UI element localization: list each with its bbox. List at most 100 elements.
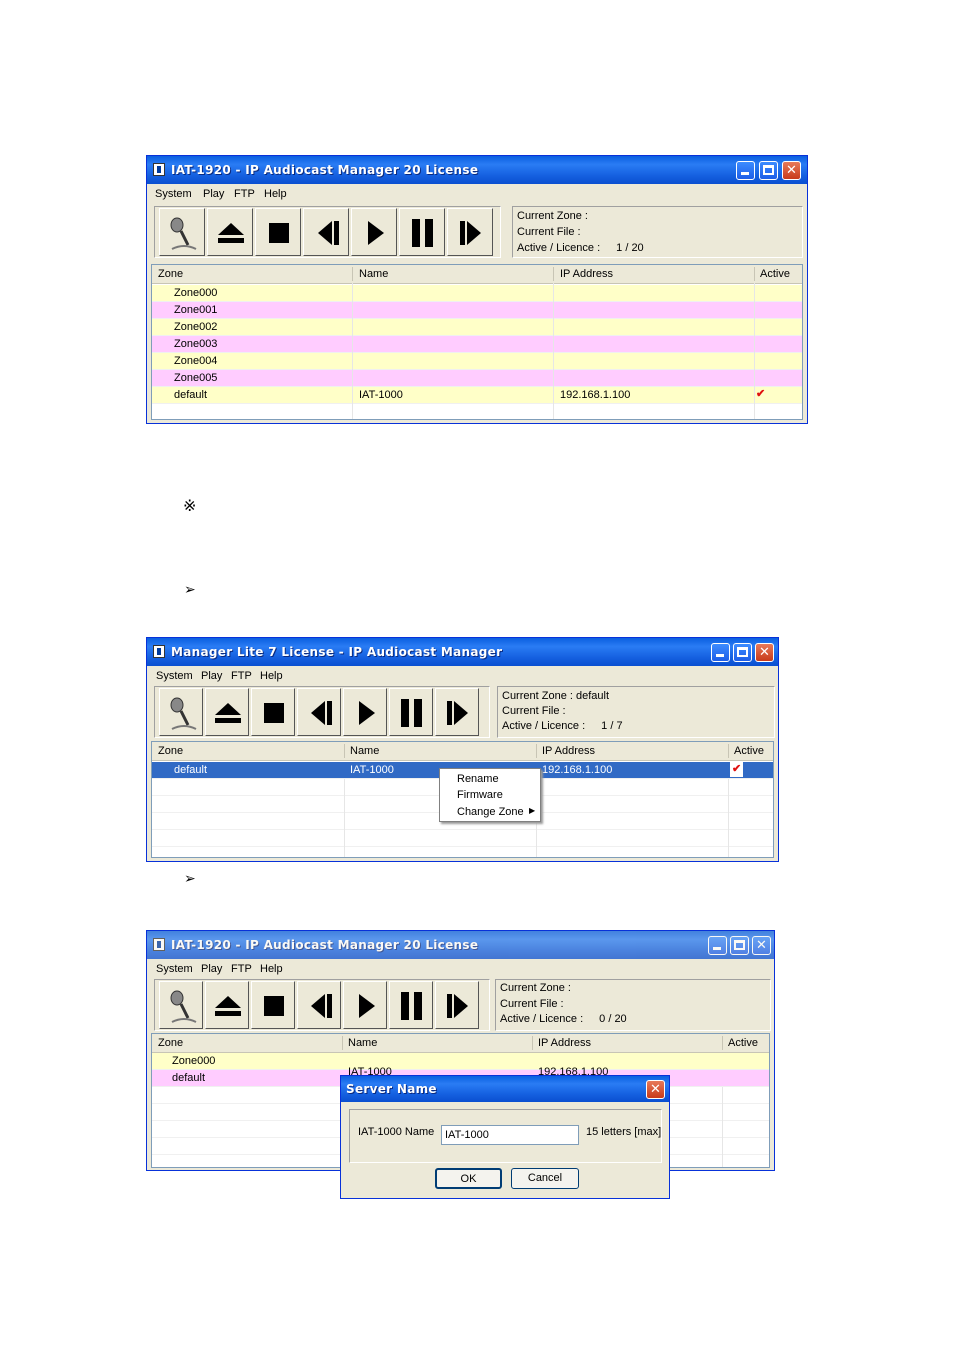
dialog-title-bar[interactable]: Server Name ✕: [341, 1076, 669, 1102]
column-active[interactable]: Active: [734, 745, 764, 757]
next-button[interactable]: [447, 208, 493, 256]
table-row[interactable]: Zone000: [152, 1053, 769, 1070]
licence-value: 0 / 20: [599, 1013, 627, 1025]
server-name-input[interactable]: IAT-1000: [441, 1125, 579, 1145]
minimize-button[interactable]: [708, 936, 727, 955]
active-check-icon[interactable]: ✔: [730, 762, 744, 777]
licence: Active / Licence : 0 / 20: [500, 1013, 627, 1025]
menu-ftp[interactable]: FTP: [231, 670, 252, 682]
menu-ftp[interactable]: FTP: [231, 963, 252, 975]
previous-button[interactable]: [297, 981, 341, 1029]
eject-button[interactable]: [205, 688, 249, 736]
previous-button[interactable]: [303, 208, 349, 256]
minimize-button[interactable]: [736, 161, 755, 180]
dialog-close-button[interactable]: ✕: [646, 1080, 665, 1099]
active-check-icon[interactable]: ✔: [756, 387, 765, 402]
context-menu: Rename Firmware Change Zone ▶: [439, 768, 541, 822]
stop-button[interactable]: [251, 688, 295, 736]
menu-item-rename[interactable]: Rename: [457, 773, 499, 785]
next-button[interactable]: [435, 981, 479, 1029]
ok-button[interactable]: OK: [435, 1168, 502, 1189]
previous-button[interactable]: [297, 688, 341, 736]
column-zone[interactable]: Zone: [158, 1037, 183, 1049]
menu-system[interactable]: System: [156, 963, 193, 975]
bullet-arrow-icon: ➢: [184, 871, 196, 887]
pause-button[interactable]: [389, 688, 433, 736]
column-ip[interactable]: IP Address: [560, 268, 613, 280]
licence-label: Active / Licence :: [517, 242, 601, 254]
menu-system[interactable]: System: [156, 670, 193, 682]
close-button[interactable]: ✕: [752, 936, 771, 955]
column-active[interactable]: Active: [728, 1037, 758, 1049]
minimize-button[interactable]: [711, 643, 730, 662]
zone-cell: Zone005: [174, 372, 218, 384]
cancel-button[interactable]: Cancel: [511, 1168, 579, 1189]
max-letters-hint: 15 letters [max]: [586, 1126, 662, 1138]
column-ip[interactable]: IP Address: [542, 745, 595, 757]
table-row[interactable]: Zone002: [152, 319, 802, 336]
title-bar[interactable]: IAT-1920 - IP Audiocast Manager 20 Licen…: [147, 156, 807, 184]
list-header: Zone Name IP Address Active: [152, 742, 773, 761]
menu-bar: System Play FTP Help: [149, 184, 805, 204]
table-row[interactable]: Zone000: [152, 285, 802, 302]
play-button[interactable]: [343, 981, 387, 1029]
close-button[interactable]: ✕: [782, 161, 801, 180]
column-ip[interactable]: IP Address: [538, 1037, 591, 1049]
zone-cell: Zone000: [174, 287, 218, 299]
table-row[interactable]: Zone004: [152, 353, 802, 370]
zone-cell: default: [174, 764, 208, 776]
zone-cell: Zone001: [174, 304, 218, 316]
close-button[interactable]: ✕: [755, 643, 774, 662]
eject-button[interactable]: [207, 208, 253, 256]
stop-button[interactable]: [251, 981, 295, 1029]
menu-play[interactable]: Play: [201, 670, 222, 682]
menu-play[interactable]: Play: [203, 188, 224, 200]
menu-system[interactable]: System: [155, 188, 192, 200]
column-active[interactable]: Active: [760, 268, 790, 280]
close-icon: ✕: [756, 938, 767, 953]
table-row[interactable]: Zone005: [152, 370, 802, 387]
column-zone[interactable]: Zone: [158, 268, 183, 280]
column-zone[interactable]: Zone: [158, 745, 183, 757]
menu-item-firmware[interactable]: Firmware: [457, 789, 503, 801]
title-bar[interactable]: IAT-1920 - IP Audiocast Manager 20 Licen…: [147, 931, 774, 959]
menu-ftp[interactable]: FTP: [234, 188, 255, 200]
pause-button[interactable]: [399, 208, 445, 256]
eject-button[interactable]: [205, 981, 249, 1029]
pause-icon: [401, 992, 422, 1020]
maximize-button[interactable]: [759, 161, 778, 180]
status-panel: Current Zone : Current File : Active / L…: [495, 979, 771, 1031]
pause-button[interactable]: [389, 981, 433, 1029]
maximize-button[interactable]: [730, 936, 749, 955]
current-zone-label: Current Zone :: [517, 210, 588, 222]
play-button[interactable]: [351, 208, 397, 256]
pause-icon: [412, 219, 433, 247]
window-title: Manager Lite 7 License - IP Audiocast Ma…: [171, 645, 503, 659]
stop-button[interactable]: [255, 208, 301, 256]
status-panel: Current Zone : default Current File : Ac…: [497, 686, 775, 738]
ip-cell: 192.168.1.100: [542, 764, 613, 776]
column-name[interactable]: Name: [359, 268, 388, 280]
microphone-button[interactable]: [159, 981, 203, 1029]
menu-play[interactable]: Play: [201, 963, 222, 975]
microphone-button[interactable]: [159, 688, 203, 736]
column-name[interactable]: Name: [348, 1037, 377, 1049]
column-name[interactable]: Name: [350, 745, 379, 757]
play-button[interactable]: [343, 688, 387, 736]
title-bar[interactable]: Manager Lite 7 License - IP Audiocast Ma…: [147, 638, 778, 666]
menu-item-change-zone[interactable]: Change Zone: [457, 806, 524, 818]
licence: Active / Licence : 1 / 7: [502, 720, 623, 732]
table-row[interactable]: default IAT-1000 192.168.1.100 ✔: [152, 387, 802, 404]
toolbar: [154, 979, 490, 1031]
menu-help[interactable]: Help: [260, 670, 283, 682]
next-button[interactable]: [435, 688, 479, 736]
maximize-button[interactable]: [733, 643, 752, 662]
current-zone: Current Zone : default: [502, 690, 609, 702]
table-row[interactable]: Zone003: [152, 336, 802, 353]
current-file-label: Current File :: [517, 226, 581, 238]
menu-help[interactable]: Help: [260, 963, 283, 975]
table-row[interactable]: Zone001: [152, 302, 802, 319]
microphone-button[interactable]: [159, 208, 205, 256]
menu-help[interactable]: Help: [264, 188, 287, 200]
stop-icon: [264, 996, 284, 1016]
